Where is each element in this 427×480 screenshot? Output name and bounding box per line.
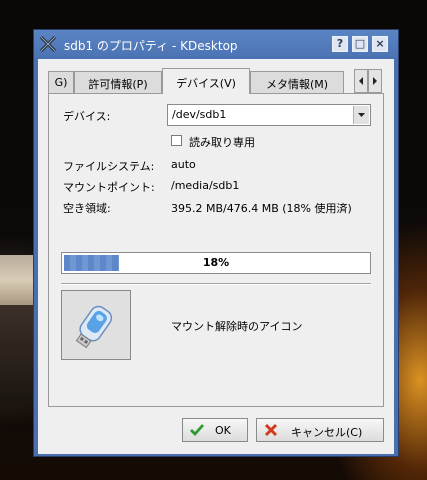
unmount-icon-button[interactable] <box>61 290 131 360</box>
ok-button-label: OK <box>215 424 231 437</box>
readonly-label: 読み取り専用 <box>189 136 255 149</box>
tab-bar: G) 許可情報(P) デバイス(V) メタ情報(M) <box>48 68 384 94</box>
readonly-checkbox[interactable] <box>171 135 182 146</box>
separator <box>61 283 371 285</box>
checkmark-icon <box>190 424 205 437</box>
tab-general-label: G) <box>54 76 68 89</box>
tab-permissions-label: 許可情報(P) <box>88 78 148 91</box>
free-space-value: 395.2 MB/476.4 MB (18% 使用済) <box>171 202 352 215</box>
device-tab-panel: デバイス: /dev/sdb1 読み取り専用 ファイルシステム: auto マウ… <box>48 93 384 407</box>
filesystem-label: ファイルシステム: <box>63 160 155 173</box>
filesystem-value: auto <box>171 158 196 171</box>
usage-progress-bar: 18% <box>61 252 371 274</box>
tab-device[interactable]: デバイス(V) <box>162 68 250 94</box>
tab-scroll-right[interactable] <box>368 69 382 93</box>
unmount-icon-label: マウント解除時のアイコン <box>171 320 303 333</box>
maximize-button[interactable]: □ <box>352 36 368 52</box>
properties-window: sdb1 のプロパティ - KDesktop ? □ × G) 許可情報(P) … <box>33 29 399 457</box>
tab-device-label: デバイス(V) <box>176 77 236 90</box>
combobox-dropdown-button[interactable] <box>353 106 369 124</box>
tab-scroll-left[interactable] <box>354 69 368 93</box>
usage-progress-text: 18% <box>202 256 230 269</box>
device-label: デバイス: <box>63 110 111 123</box>
cancel-x-icon <box>264 423 278 437</box>
chevron-down-icon <box>358 113 365 117</box>
tab-meta-info-label: メタ情報(M) <box>265 78 329 91</box>
help-button[interactable]: ? <box>332 36 348 52</box>
tab-general[interactable]: G) <box>48 71 74 93</box>
dialog-body: G) 許可情報(P) デバイス(V) メタ情報(M) デバイス: /dev/sd… <box>38 59 394 454</box>
ok-button[interactable]: OK <box>182 418 248 442</box>
usb-drive-icon <box>75 305 113 349</box>
mountpoint-label: マウントポイント: <box>63 181 155 194</box>
app-x-icon[interactable] <box>39 35 57 53</box>
mountpoint-value: /media/sdb1 <box>171 179 240 192</box>
free-space-label: 空き領域: <box>63 202 111 215</box>
chevron-right-icon <box>373 77 377 85</box>
device-combobox[interactable]: /dev/sdb1 <box>167 104 371 126</box>
chevron-left-icon <box>359 77 363 85</box>
device-value: /dev/sdb1 <box>172 108 227 121</box>
window-title: sdb1 のプロパティ - KDesktop <box>64 39 238 53</box>
close-button[interactable]: × <box>372 36 388 52</box>
title-bar[interactable]: sdb1 のプロパティ - KDesktop ? □ × <box>34 30 398 59</box>
cancel-button[interactable]: キャンセル(C) <box>256 418 384 442</box>
cancel-button-label: キャンセル(C) <box>291 426 363 439</box>
tab-permissions[interactable]: 許可情報(P) <box>74 71 162 93</box>
tab-meta-info[interactable]: メタ情報(M) <box>250 71 344 93</box>
